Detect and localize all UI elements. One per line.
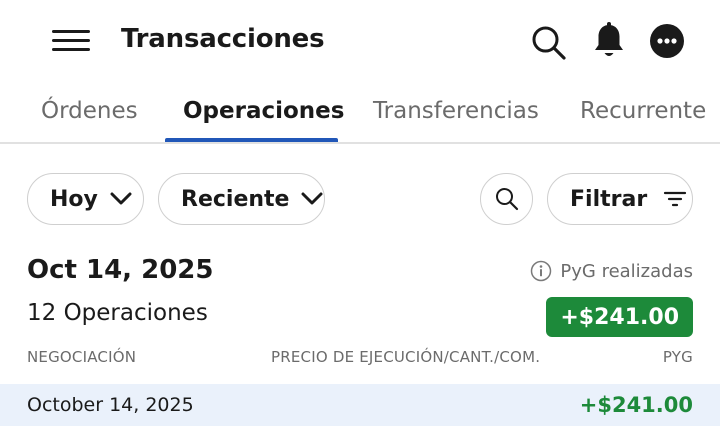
tab-operaciones[interactable]: Operaciones	[183, 98, 344, 124]
row-date: October 14, 2025	[27, 394, 194, 416]
menu-icon[interactable]	[52, 28, 90, 54]
column-header-pnl: PYG	[662, 348, 693, 366]
column-header-negotiation: NEGOCIACIÓN	[27, 348, 137, 366]
column-header-execution: PRECIO DE EJECUCIÓN/CANT./COM.	[271, 348, 541, 366]
bell-icon[interactable]	[592, 22, 626, 60]
app-header: Transacciones	[0, 0, 720, 84]
chevron-down-icon	[110, 192, 132, 205]
search-icon	[495, 188, 518, 211]
info-icon	[531, 260, 552, 282]
tab-bar: Órdenes Operaciones Transferencias Recur…	[0, 84, 720, 144]
sort-dropdown[interactable]: Reciente	[158, 173, 325, 225]
summary-date: Oct 14, 2025	[27, 255, 214, 285]
total-pnl-badge: +$241.00	[546, 297, 693, 337]
filter-icon	[664, 191, 687, 207]
more-icon[interactable]	[649, 23, 685, 59]
period-dropdown[interactable]: Hoy	[27, 173, 144, 225]
realized-pnl-label[interactable]: PyG realizadas	[530, 260, 693, 282]
page-title: Transacciones	[121, 24, 325, 54]
realized-pnl-text: PyG realizadas	[560, 260, 693, 282]
filter-button-label: Filtrar	[570, 186, 648, 212]
tab-transferencias[interactable]: Transferencias	[373, 98, 539, 124]
tab-ordenes[interactable]: Órdenes	[41, 98, 138, 124]
active-tab-indicator	[165, 138, 338, 142]
filter-button[interactable]: Filtrar	[547, 173, 693, 225]
sort-dropdown-label: Reciente	[181, 186, 290, 212]
search-icon[interactable]	[530, 24, 568, 62]
tab-recurrente[interactable]: Recurrente	[580, 98, 706, 124]
period-dropdown-label: Hoy	[50, 186, 98, 212]
row-amount: +$241.00	[579, 393, 693, 417]
operations-count: 12 Operaciones	[27, 300, 208, 326]
chevron-down-icon	[301, 192, 323, 205]
table-row[interactable]: October 14, 2025 +$241.00	[0, 384, 720, 426]
search-trades-button[interactable]	[480, 173, 533, 225]
